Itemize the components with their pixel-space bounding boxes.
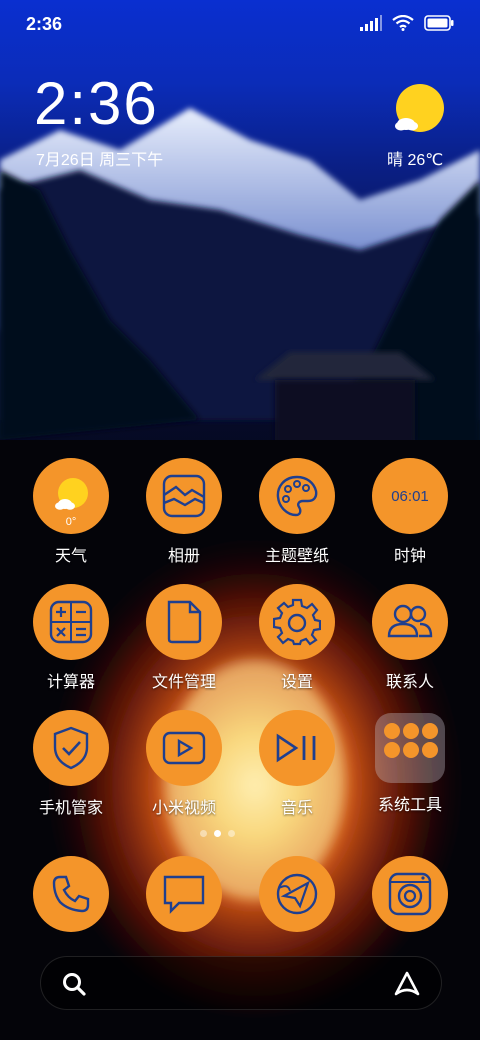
page-dot-active <box>214 830 221 837</box>
app-label: 文件管理 <box>151 674 216 691</box>
sun-cloud-icon[interactable] <box>392 84 444 136</box>
app-video[interactable]: 小米视频 <box>129 710 239 818</box>
clock-icon: 06:01 <box>391 487 429 505</box>
contacts-icon <box>387 604 433 638</box>
app-themes[interactable]: 主题壁纸 <box>242 458 352 566</box>
status-icons <box>360 15 454 31</box>
calculator-icon <box>49 600 93 644</box>
app-label: 联系人 <box>385 674 434 691</box>
app-calculator[interactable]: 计算器 <box>16 584 126 692</box>
weather-app-icon: 0° <box>33 458 109 534</box>
app-label: 小米视频 <box>151 800 216 817</box>
battery-icon <box>424 15 454 31</box>
dock-messages[interactable] <box>129 856 239 932</box>
page-dot <box>200 830 207 837</box>
wifi-icon <box>392 15 414 31</box>
gear-icon <box>273 598 321 646</box>
app-clock[interactable]: 06:01 时钟 <box>355 458 465 566</box>
app-contacts[interactable]: 联系人 <box>355 584 465 692</box>
weather-temp: 0° <box>65 516 77 528</box>
dock-camera[interactable] <box>355 856 465 932</box>
clock-date: 7月26日 周三下午 <box>36 152 164 169</box>
weather-text: 晴 26℃ <box>387 152 444 169</box>
app-label: 计算器 <box>46 674 95 691</box>
search-bar[interactable] <box>40 956 442 1010</box>
app-label: 相册 <box>167 548 200 565</box>
video-icon <box>162 731 206 765</box>
status-bar: 2:36 <box>0 0 480 50</box>
folder-system-tools[interactable]: 系统工具 <box>355 710 465 815</box>
status-time: 2:36 <box>26 14 63 34</box>
app-label: 手机管家 <box>38 800 103 817</box>
app-weather[interactable]: 0° 天气 <box>16 458 126 566</box>
shield-icon <box>53 726 89 770</box>
gallery-icon <box>162 474 206 518</box>
app-files[interactable]: 文件管理 <box>129 584 239 692</box>
page-indicator[interactable] <box>200 830 235 837</box>
dock-phone[interactable] <box>16 856 126 932</box>
app-label: 天气 <box>54 548 87 565</box>
app-label: 设置 <box>280 674 313 691</box>
app-gallery[interactable]: 相册 <box>129 458 239 566</box>
app-music[interactable]: 音乐 <box>242 710 352 818</box>
phone-icon <box>52 875 90 913</box>
assistant-icon[interactable] <box>393 970 421 998</box>
app-security[interactable]: 手机管家 <box>16 710 126 818</box>
music-icon <box>276 733 316 763</box>
weather-icon <box>55 478 88 510</box>
app-label: 系统工具 <box>377 797 442 814</box>
browser-icon <box>276 873 318 915</box>
palette-icon <box>276 475 318 517</box>
clock-time[interactable]: 2:36 <box>34 74 159 134</box>
app-label: 音乐 <box>280 800 313 817</box>
app-label: 主题壁纸 <box>264 548 329 565</box>
page-dot <box>228 830 235 837</box>
folder-icon <box>375 713 445 783</box>
app-settings[interactable]: 设置 <box>242 584 352 692</box>
file-icon <box>167 600 202 644</box>
search-icon <box>63 973 86 996</box>
app-label: 时钟 <box>393 548 426 565</box>
signal-icon <box>360 15 382 31</box>
message-icon <box>163 875 205 914</box>
dock-browser[interactable] <box>242 856 352 932</box>
camera-icon <box>388 872 432 916</box>
